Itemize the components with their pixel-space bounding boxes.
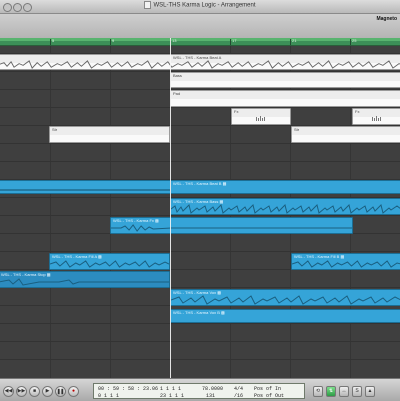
region-label: Str: [294, 127, 300, 132]
playhead[interactable]: [170, 38, 171, 378]
track-lane-divider: [0, 341, 400, 342]
audio-region-drum[interactable]: WSL - THS - Karma Beat B ▩: [170, 180, 400, 194]
stop-button[interactable]: ■: [29, 386, 40, 397]
audio-region-fill-a[interactable]: WSL - THS - Karma Fill A ▩: [49, 253, 170, 270]
midi-notes: [255, 115, 267, 121]
time-signature[interactable]: 4/4: [234, 386, 243, 392]
waveform: [171, 295, 400, 305]
division-value: 131: [206, 393, 216, 399]
audio-region-fx[interactable]: WSL - THS - Karma Fx ▩: [110, 217, 353, 234]
audio-region-fill-b[interactable]: WSL - THS - Karma Fill B ▩: [291, 253, 400, 270]
rewind-button[interactable]: ◀◀: [3, 386, 14, 397]
region-label: WSL - THS - Karma Vox B ▩: [173, 310, 225, 315]
ruler-bar-number: 25: [352, 38, 357, 43]
ruler-bar-number: 17: [232, 38, 237, 43]
forward-button[interactable]: ▶▶: [16, 386, 27, 397]
midi-notes: [371, 115, 383, 121]
waveform: [50, 259, 169, 269]
waveform: [111, 223, 352, 233]
region-label: Fx: [234, 109, 239, 114]
pause-icon: [57, 388, 64, 395]
waveform: [0, 277, 169, 287]
region-label: Str: [52, 127, 58, 132]
track-lane-divider: [0, 161, 400, 162]
ruler-bar-number: 21: [292, 38, 297, 43]
midi-region-pad[interactable]: Pad: [170, 90, 400, 107]
division-setting[interactable]: /16: [234, 393, 243, 399]
region-label: Pad: [173, 91, 181, 96]
ruler-bar-number: 5: [52, 38, 55, 43]
track-lane-divider: [0, 323, 400, 324]
audio-region-bass[interactable]: WSL - THS - Karma Bass ▩: [170, 198, 400, 215]
track-lane-divider: [0, 215, 400, 216]
pause-button[interactable]: [55, 386, 66, 397]
track-lane-divider: [0, 359, 400, 360]
waveform: [171, 204, 400, 214]
cycle-button[interactable]: ⟲: [313, 386, 323, 397]
solo-button[interactable]: S: [352, 386, 362, 397]
track-lane-divider: [0, 143, 400, 144]
ruler-bar-number: 13: [172, 38, 177, 43]
ruler-tick: [230, 39, 231, 45]
bar-gridline: [110, 46, 111, 378]
transport-display[interactable]: 00 : 59 : 58 : 23.06 0 1 1 1 1 1 1 1 23 …: [93, 383, 305, 399]
audio-region-stop[interactable]: WSL - THS - Karma Stop ▩: [0, 271, 170, 288]
audio-region-top[interactable]: WSL - THS - Karma Beat A: [0, 54, 400, 70]
punch-out-label: Pos of Out: [254, 393, 285, 399]
arrange-area[interactable]: WSL - THS - Karma Beat A Bass Pad Fx Fx …: [0, 46, 400, 378]
punch-button[interactable]: ↔: [339, 386, 349, 397]
smpte-time: 00 : 59 : 58 : 23.06: [98, 386, 159, 392]
track-lane-divider: [0, 251, 400, 252]
sync-button[interactable]: ⇅: [326, 386, 336, 397]
window-title: WSL-THS Karma Logic - Arrangement: [153, 2, 256, 9]
midi-region-fx-1[interactable]: Fx: [231, 108, 291, 125]
transport-bar: ◀◀ ▶▶ ■ ▶ ● 00 : 59 : 58 : 23.06 0 1 1 1…: [0, 378, 400, 401]
snap-mode-menu[interactable]: Magneto: [376, 16, 397, 22]
locator-right: 23 1 1 1: [160, 393, 185, 399]
bar-gridline: [50, 46, 51, 378]
bar-position: 0 1 1 1: [98, 393, 120, 399]
ruler-tick: [290, 39, 291, 45]
metronome-button[interactable]: ▲: [365, 386, 375, 397]
ruler-bar-number: 9: [112, 38, 115, 43]
record-button[interactable]: ●: [68, 386, 79, 397]
play-button[interactable]: ▶: [42, 386, 53, 397]
track-lane-divider: [0, 107, 400, 108]
midi-region-str-1[interactable]: Str: [49, 126, 170, 143]
locator-left: 1 1 1 1: [160, 386, 182, 392]
audio-region-vox-b[interactable]: WSL - THS - Karma Vox B ▩: [170, 309, 400, 323]
midi-region-str-2[interactable]: Str: [291, 126, 400, 143]
cycle-range[interactable]: [0, 38, 400, 41]
arrange-toolbar: [0, 14, 400, 39]
waveform: [0, 60, 400, 69]
ruler-tick: [350, 39, 351, 45]
region-label: Bass: [173, 73, 182, 78]
region-label: Fx: [355, 109, 360, 114]
document-icon: [144, 1, 152, 9]
ruler-tick: [110, 39, 111, 45]
punch-in-label: Pos of In: [254, 386, 282, 392]
title-bar: WSL-THS Karma Logic - Arrangement: [0, 0, 400, 14]
audio-region-vox[interactable]: WSL - THS - Karma Vox ▩: [170, 289, 400, 306]
region-label: WSL - THS - Karma Beat B ▩: [173, 181, 227, 186]
midi-region-bass[interactable]: Bass: [170, 72, 400, 88]
waveform: [292, 259, 400, 269]
tempo-value[interactable]: 78.0000: [202, 386, 223, 392]
ruler-tick: [50, 39, 51, 45]
midi-region-fx-2[interactable]: Fx: [352, 108, 400, 125]
